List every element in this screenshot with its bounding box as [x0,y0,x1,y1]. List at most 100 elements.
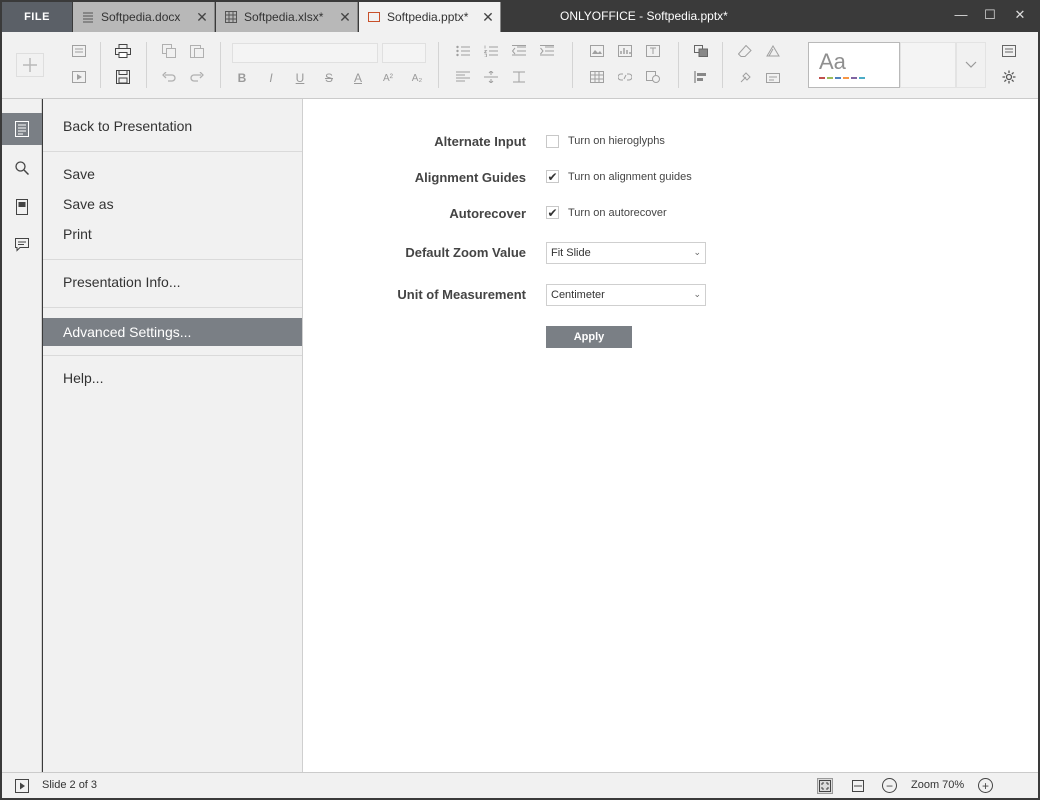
default-zoom-value: Fit Slide [551,247,591,259]
play-slideshow-button[interactable] [14,778,30,794]
comments-button[interactable] [2,229,42,261]
status-bar: Slide 2 of 3 − Zoom 70% + [2,772,1038,798]
autorecover-checkbox[interactable]: ✔ [546,206,559,219]
document-icon [81,10,95,24]
minimize-button[interactable]: — [951,7,971,25]
tab-docx-close-icon[interactable]: ✕ [190,9,214,26]
default-zoom-select[interactable]: Fit Slide ⌄ [546,242,706,264]
tab-xlsx[interactable]: Softpedia.xlsx* ✕ [216,2,358,32]
tab-pptx-close-icon[interactable]: ✕ [476,9,500,26]
italic-button[interactable]: I [262,70,280,86]
menu-item-back-to-presentation[interactable]: Back to Presentation [43,112,302,140]
strikethrough-button[interactable]: S [320,70,338,86]
print-icon[interactable] [114,43,132,59]
theme-color-1 [819,77,825,79]
align-left-icon[interactable] [454,69,472,85]
add-slide-button[interactable] [16,53,44,77]
menu-item-save-as[interactable]: Save as [43,190,302,218]
slide-size-icon[interactable] [764,69,782,85]
file-icon [15,121,29,137]
decrease-indent-icon[interactable] [510,43,528,59]
vertical-align-icon[interactable] [482,69,500,85]
hyperlink-icon[interactable] [616,69,634,85]
tab-xlsx-close-icon[interactable]: ✕ [333,9,357,26]
font-size-combo[interactable] [382,43,426,63]
superscript-button[interactable]: A² [379,70,397,86]
font-name-combo[interactable] [232,43,378,63]
comment-icon [15,238,29,252]
plus-icon [23,58,37,72]
file-panel-button[interactable] [2,113,42,145]
undo-icon[interactable] [160,69,178,85]
theme-color-6 [859,77,865,79]
maximize-button[interactable]: ☐ [980,7,1000,25]
increase-indent-icon[interactable] [538,43,556,59]
file-menu-button[interactable]: FILE [2,2,72,32]
clear-style-icon[interactable] [736,43,754,59]
menu-divider [43,259,302,260]
alignment-guides-checkbox[interactable]: ✔ [546,170,559,183]
apply-button[interactable]: Apply [546,326,632,348]
bold-button[interactable]: B [233,70,251,86]
arrange-icon[interactable] [692,43,710,59]
layout-icon[interactable] [70,43,88,59]
tab-docx[interactable]: Softpedia.docx ✕ [73,2,215,32]
subscript-button[interactable]: A₂ [408,70,426,86]
align-shapes-icon[interactable] [692,69,710,85]
tab-docx-label: Softpedia.docx [101,10,181,24]
gear-icon[interactable] [1000,69,1018,85]
unit-of-measurement-value: Centimeter [551,289,605,301]
app-window: FILE Softpedia.docx ✕ Softpedia.xlsx* ✕ … [0,0,1040,800]
font-color-button[interactable]: A [349,70,367,86]
spreadsheet-icon [224,10,238,24]
autorecover-checkbox-label[interactable]: Turn on autorecover [568,207,667,219]
view-settings-icon[interactable] [1000,43,1018,59]
theme-preview-2[interactable] [900,42,956,88]
theme-color-2 [827,77,833,79]
menu-divider [43,307,302,308]
hieroglyphs-checkbox[interactable] [546,135,559,148]
image-icon[interactable] [588,43,606,59]
theme-preview[interactable]: Aa [808,42,900,88]
underline-button[interactable]: U [291,70,309,86]
line-spacing-icon[interactable] [510,69,528,85]
title-bar: FILE Softpedia.docx ✕ Softpedia.xlsx* ✕ … [0,0,1040,32]
slides-button[interactable] [2,191,42,223]
alignment-guides-checkbox-label[interactable]: Turn on alignment guides [568,171,692,183]
theme-preview-text: Aa [819,49,846,74]
menu-item-save[interactable]: Save [43,160,302,188]
paste-icon[interactable] [188,43,206,59]
text-box-icon[interactable] [644,43,662,59]
menu-item-advanced-settings[interactable]: Advanced Settings... [43,318,302,346]
tab-pptx[interactable]: Softpedia.pptx* ✕ [359,2,501,32]
chevron-down-icon: ⌄ [693,289,701,299]
search-button[interactable] [2,152,42,184]
shape-icon[interactable] [644,69,662,85]
fit-to-slide-button[interactable] [817,778,833,794]
copy-icon[interactable] [160,43,178,59]
close-window-button[interactable]: ✕ [1010,7,1030,25]
menu-item-help[interactable]: Help... [43,364,302,392]
menu-item-presentation-info[interactable]: Presentation Info... [43,268,302,296]
theme-gallery-chevron-down-icon[interactable] [956,42,986,88]
search-icon [15,161,29,175]
change-slide-layout-icon[interactable] [764,43,782,59]
zoom-in-button[interactable]: + [978,778,993,793]
save-icon[interactable] [114,69,132,85]
hieroglyphs-checkbox-label[interactable]: Turn on hieroglyphs [568,135,665,147]
fit-slide-icon [819,780,831,792]
menu-divider [43,151,302,152]
copy-style-icon[interactable] [736,69,754,85]
table-icon[interactable] [588,69,606,85]
unit-of-measurement-select[interactable]: Centimeter ⌄ [546,284,706,306]
play-icon [15,779,29,793]
redo-icon[interactable] [188,69,206,85]
zoom-out-button[interactable]: − [882,778,897,793]
slideshow-icon[interactable] [70,69,88,85]
menu-item-print[interactable]: Print [43,220,302,248]
chart-icon[interactable] [616,43,634,59]
bullets-icon[interactable] [454,43,472,59]
theme-color-3 [835,77,841,79]
fit-to-width-button[interactable] [850,778,866,794]
numbering-icon[interactable] [482,43,500,59]
